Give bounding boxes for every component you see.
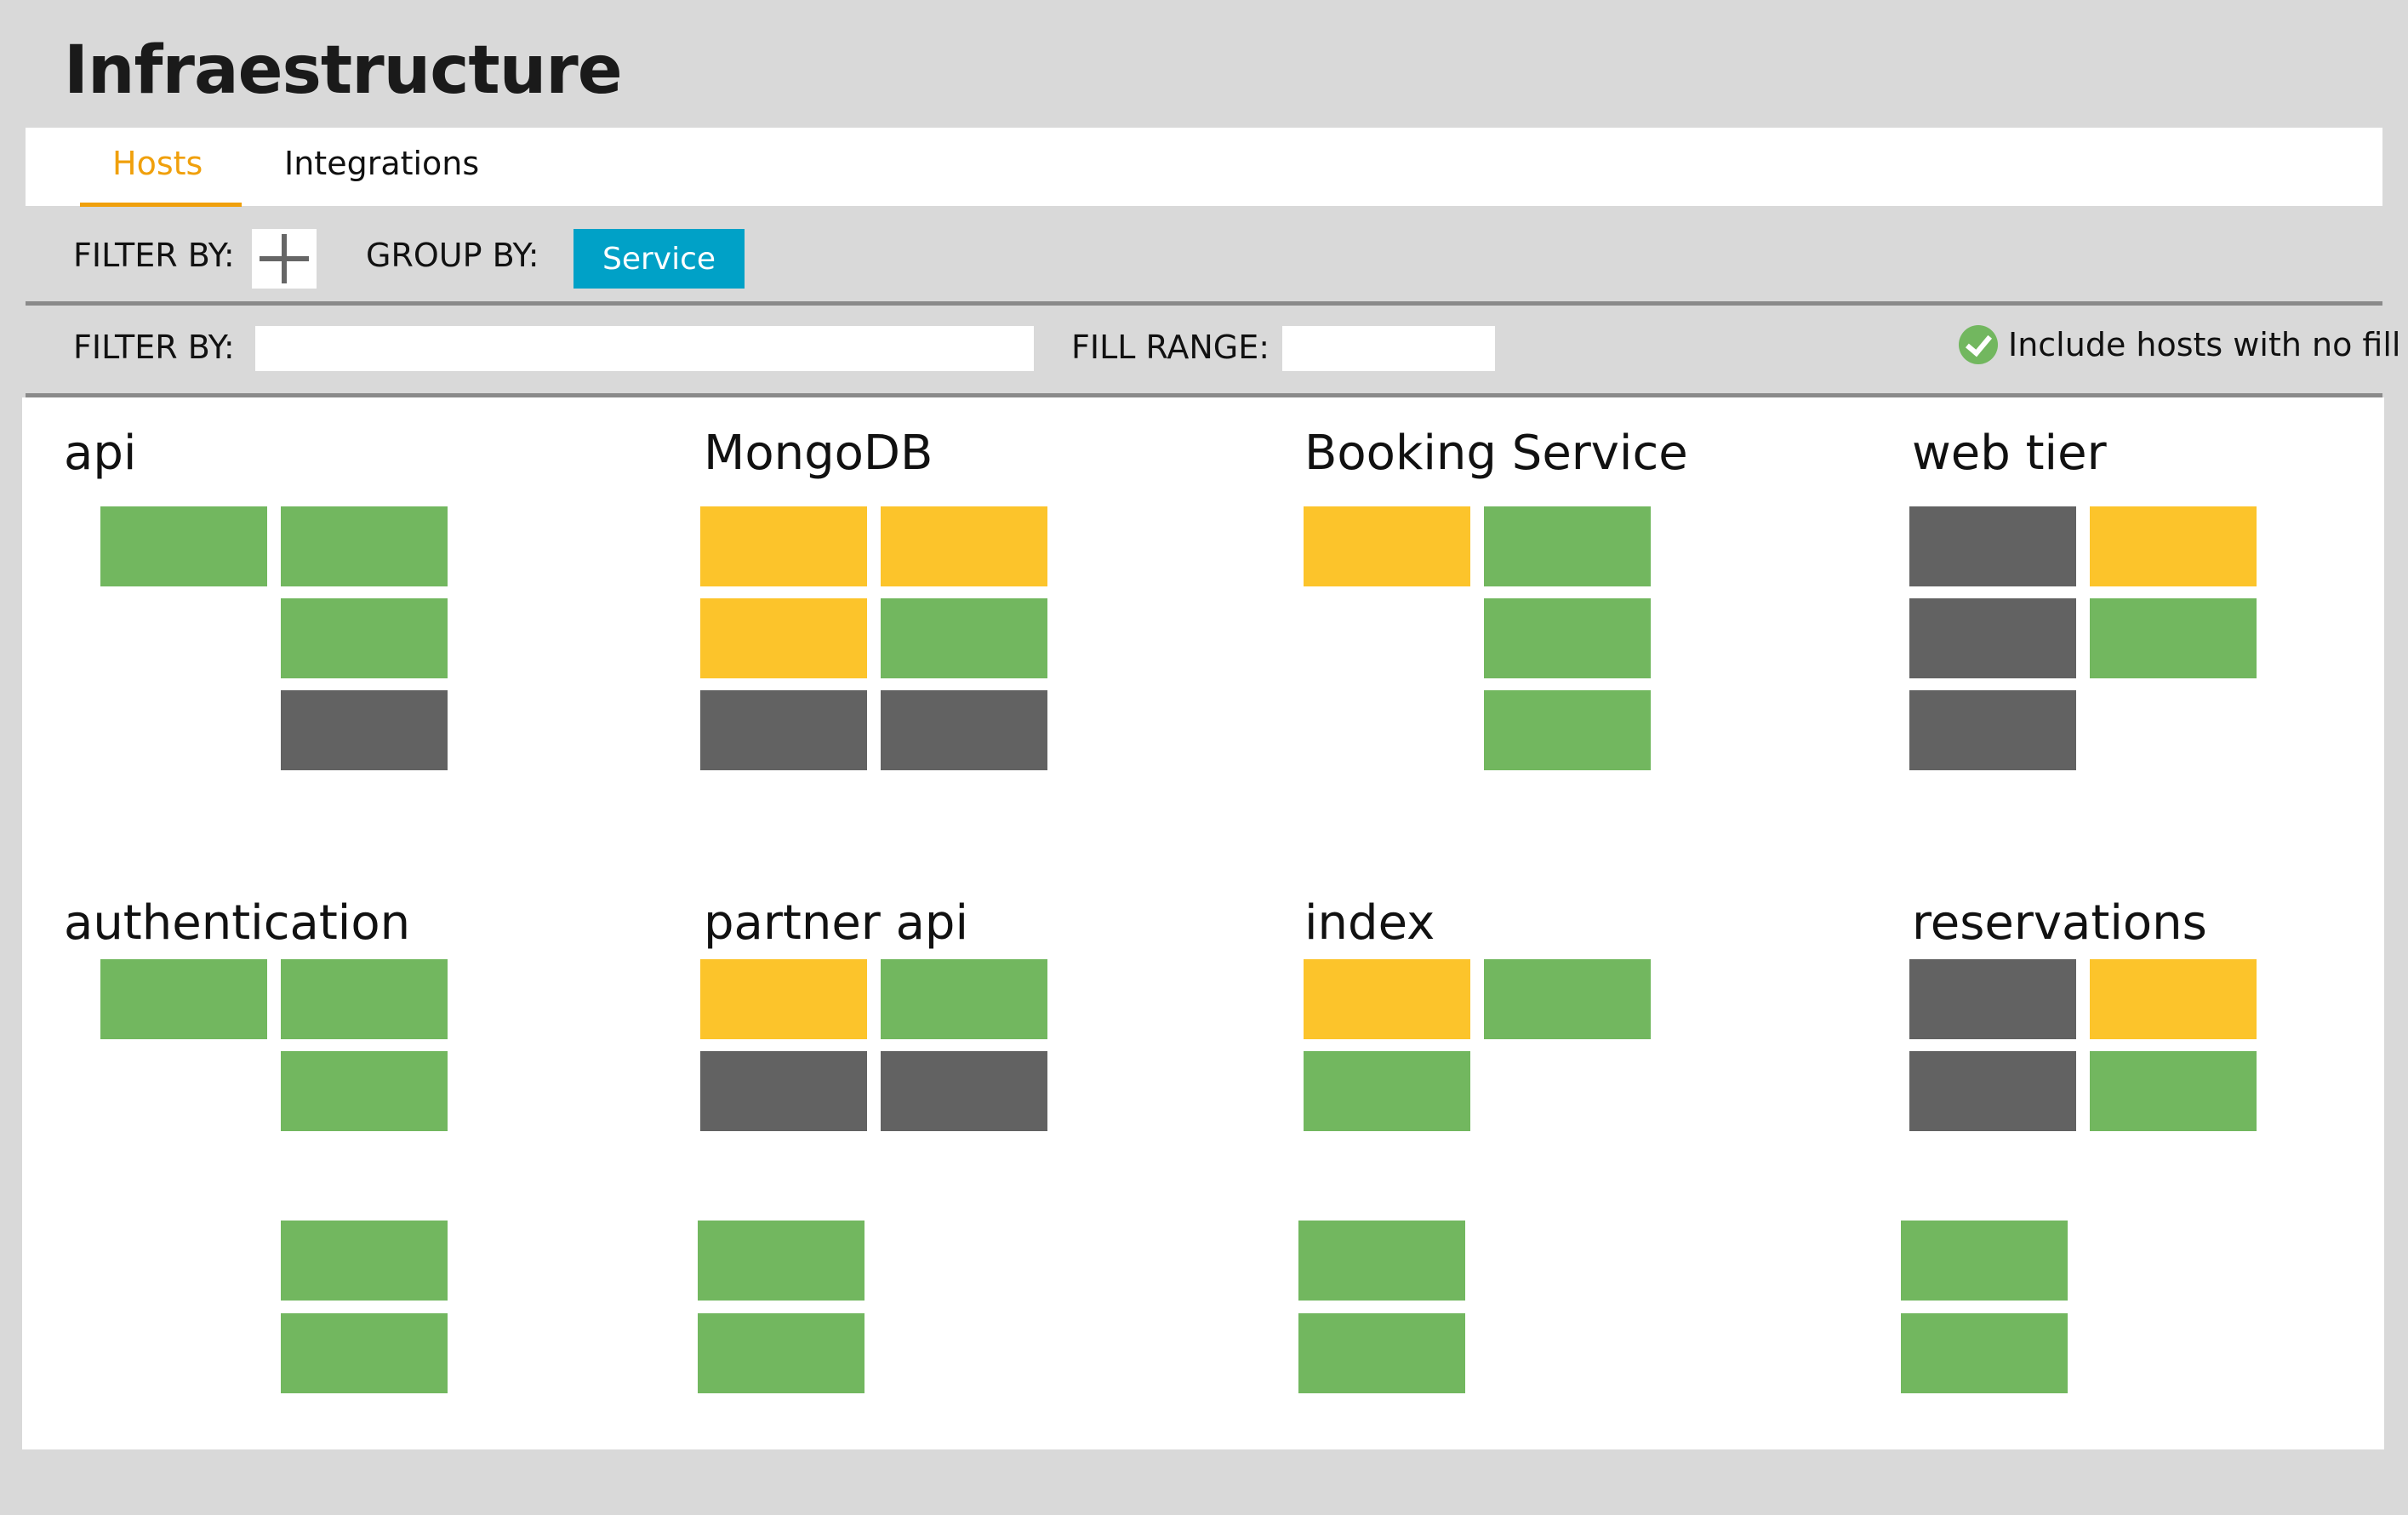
group-title: index: [1304, 895, 1435, 951]
tab-bar: Hosts Integrations: [26, 128, 2382, 206]
include-no-fill-checkbox[interactable]: Include hosts with no fill: [1959, 325, 2400, 364]
active-tab-indicator: [80, 203, 242, 207]
group-by-service-button[interactable]: Service: [573, 229, 745, 289]
host-tile[interactable]: [281, 1221, 448, 1301]
add-filter-button[interactable]: [252, 229, 317, 289]
host-tile[interactable]: [281, 690, 448, 770]
group-title: Booking Service: [1304, 426, 1688, 481]
host-tile[interactable]: [881, 959, 1047, 1039]
host-tile[interactable]: [1304, 506, 1470, 586]
host-map: api MongoDB Booking Service web tier authent…: [22, 397, 2384, 1449]
tab-hosts[interactable]: Hosts: [112, 145, 203, 182]
host-tile[interactable]: [1484, 506, 1651, 586]
host-tile[interactable]: [700, 959, 867, 1039]
host-tile[interactable]: [2090, 959, 2257, 1039]
host-tile[interactable]: [2090, 1051, 2257, 1131]
host-tile[interactable]: [281, 598, 448, 678]
group-title: authentication: [64, 895, 411, 951]
check-circle-icon[interactable]: [1959, 325, 1998, 364]
host-tile[interactable]: [698, 1313, 864, 1393]
fill-range-label: FILL RANGE:: [1071, 329, 1270, 366]
host-tile[interactable]: [1909, 506, 2076, 586]
host-tile[interactable]: [1909, 598, 2076, 678]
host-tile[interactable]: [700, 690, 867, 770]
group-title: reservations: [1912, 895, 2207, 951]
host-tile[interactable]: [1304, 959, 1470, 1039]
host-tile[interactable]: [700, 506, 867, 586]
host-tile[interactable]: [698, 1221, 864, 1301]
host-tile[interactable]: [1484, 959, 1651, 1039]
host-tile[interactable]: [881, 1051, 1047, 1131]
host-tile[interactable]: [1484, 690, 1651, 770]
host-tile[interactable]: [1298, 1221, 1465, 1301]
group-title: api: [64, 426, 137, 481]
host-tile[interactable]: [281, 1313, 448, 1393]
tab-integrations[interactable]: Integrations: [284, 145, 479, 182]
host-tile[interactable]: [281, 1051, 448, 1131]
group-by-label: GROUP BY:: [366, 237, 539, 274]
page-title: Infraestructure: [64, 32, 623, 109]
host-tile[interactable]: [1298, 1313, 1465, 1393]
group-title: web tier: [1912, 426, 2107, 481]
host-tile[interactable]: [881, 598, 1047, 678]
host-tile[interactable]: [281, 506, 448, 586]
include-no-fill-label: Include hosts with no fill: [2008, 326, 2401, 363]
host-tile[interactable]: [100, 506, 267, 586]
host-tile[interactable]: [100, 959, 267, 1039]
host-tile[interactable]: [281, 959, 448, 1039]
host-tile[interactable]: [881, 690, 1047, 770]
host-tile[interactable]: [2090, 506, 2257, 586]
filter-input[interactable]: [255, 326, 1034, 371]
host-tile[interactable]: [1909, 690, 2076, 770]
filter-by-label-2: FILTER BY:: [73, 329, 235, 366]
filter-by-label: FILTER BY:: [73, 237, 235, 274]
host-tile[interactable]: [1901, 1221, 2068, 1301]
group-title: MongoDB: [704, 426, 933, 481]
host-tile[interactable]: [700, 1051, 867, 1131]
fill-range-input[interactable]: [1282, 326, 1495, 371]
group-title: partner api: [704, 895, 969, 951]
host-tile[interactable]: [2090, 598, 2257, 678]
host-tile[interactable]: [1909, 1051, 2076, 1131]
host-tile[interactable]: [1304, 1051, 1470, 1131]
host-tile[interactable]: [700, 598, 867, 678]
host-tile[interactable]: [1901, 1313, 2068, 1393]
host-tile[interactable]: [1484, 598, 1651, 678]
host-tile[interactable]: [881, 506, 1047, 586]
host-tile[interactable]: [1909, 959, 2076, 1039]
divider: [26, 301, 2382, 306]
